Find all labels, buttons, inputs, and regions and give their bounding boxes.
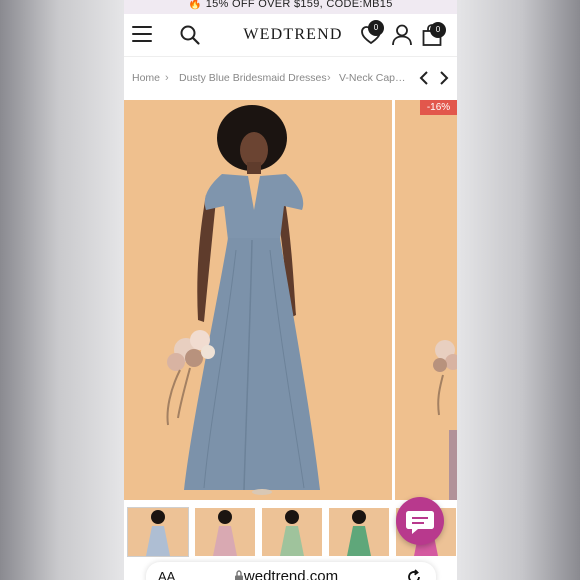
thumbnail-dusty-rose[interactable] — [195, 508, 255, 556]
thumbnail-figure — [213, 510, 237, 556]
promo-text: 15% OFF OVER $159, CODE:MB15 — [205, 0, 393, 10]
cart-count-badge: 0 — [430, 22, 446, 38]
chat-bubble-icon — [406, 511, 434, 534]
breadcrumb: Home › Dusty Blue Bridesmaid Dresses › V… — [124, 57, 457, 99]
chevron-right-icon: › — [327, 72, 331, 84]
thumbnail-figure — [146, 510, 170, 556]
model-dress-illustration — [166, 105, 320, 495]
arrow-right-icon[interactable] — [437, 70, 451, 86]
site-header: WEDTREND 0 0 — [124, 14, 457, 57]
site-logo[interactable]: WEDTREND — [240, 23, 346, 47]
arrow-left-icon[interactable] — [417, 70, 431, 86]
user-icon[interactable] — [391, 23, 413, 47]
lock-icon — [235, 570, 243, 580]
browser-address-bar[interactable]: AA wedtrend.com — [146, 562, 436, 580]
chevron-right-icon: › — [165, 72, 169, 84]
breadcrumb-home[interactable]: Home — [132, 57, 160, 99]
hamburger-menu-icon[interactable] — [132, 26, 152, 42]
thumbnail-dusty-blue[interactable] — [127, 507, 189, 557]
mobile-page: 🔥 15% OFF OVER $159, CODE:MB15 WEDTREND … — [124, 0, 457, 580]
search-icon[interactable] — [179, 24, 201, 46]
thumbnail-sage[interactable] — [262, 508, 322, 556]
discount-badge: -16% — [420, 100, 457, 115]
breadcrumb-product[interactable]: V-Neck Cape ... — [339, 57, 409, 99]
chat-button[interactable] — [396, 497, 444, 545]
breadcrumb-category[interactable]: Dusty Blue Bridesmaid Dresses — [179, 57, 327, 99]
thumbnail-green[interactable] — [329, 508, 389, 556]
reload-icon[interactable] — [406, 569, 422, 580]
next-image-preview — [433, 340, 457, 500]
product-image-next[interactable] — [395, 100, 457, 500]
thumbnail-figure — [347, 510, 371, 556]
fire-icon: 🔥 — [188, 0, 203, 10]
promo-banner[interactable]: 🔥 15% OFF OVER $159, CODE:MB15 — [124, 0, 457, 14]
reader-settings-button[interactable]: AA — [158, 562, 175, 580]
wishlist-count-badge: 0 — [368, 20, 384, 36]
product-image-gallery[interactable]: -16% — [124, 100, 457, 500]
url-text: wedtrend.com — [243, 568, 339, 580]
thumbnail-figure — [280, 510, 304, 556]
product-image-main[interactable] — [124, 100, 392, 500]
